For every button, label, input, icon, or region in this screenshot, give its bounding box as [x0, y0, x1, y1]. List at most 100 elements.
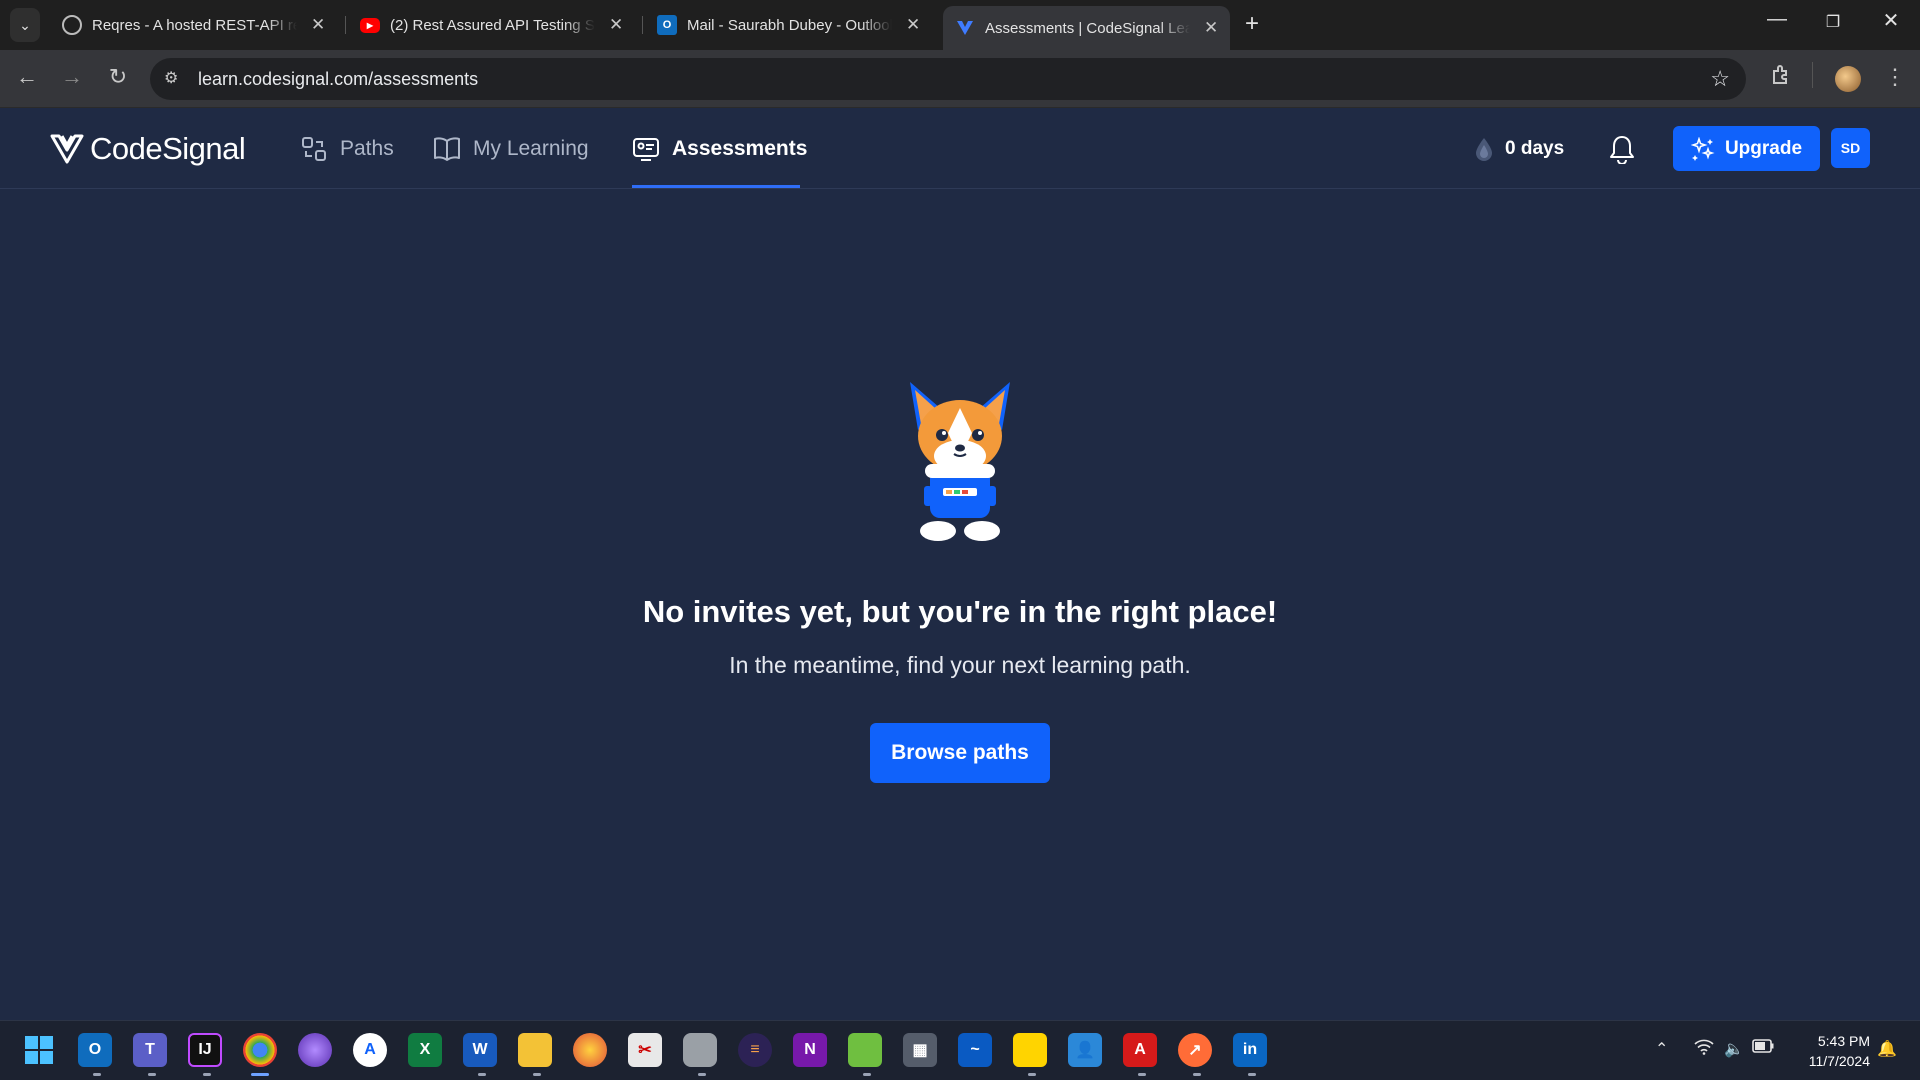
browser-toolbar: ← → ↻ ⚙ learn.codesignal.com/assessments… [0, 50, 1920, 108]
restore-icon[interactable]: ❐ [1813, 12, 1853, 32]
active-app-indicator [251, 1073, 269, 1076]
close-tab-icon[interactable]: ✕ [1204, 18, 1218, 38]
tab-title: Mail - Saurabh Dubey - Outlook [687, 16, 892, 34]
browser-tab-youtube[interactable]: ▶ (2) Rest Assured API Testing Ses ✕ [348, 6, 635, 44]
tab-title: Assessments | CodeSignal Learn [985, 19, 1190, 37]
nav-assessments[interactable]: Assessments [632, 109, 807, 189]
clock-time: 5:43 PM [1817, 1033, 1870, 1049]
streak-drop-icon [1476, 138, 1492, 161]
database-app-icon[interactable] [683, 1033, 717, 1067]
intellij-app-icon[interactable]: IJ [188, 1033, 222, 1067]
wifi-icon[interactable] [1694, 1039, 1714, 1060]
chrome-app-icon[interactable] [243, 1033, 277, 1067]
browser-tab-codesignal[interactable]: Assessments | CodeSignal Learn ✕ [943, 6, 1231, 50]
codesignal-icon [955, 18, 975, 38]
tab-title: Reqres - A hosted REST-API rea [92, 16, 297, 34]
toolbar-divider [1812, 62, 1813, 88]
running-indicator [1193, 1073, 1201, 1076]
reload-icon[interactable]: ↻ [103, 64, 133, 90]
snipping-tool-icon[interactable]: ✂ [628, 1033, 662, 1067]
running-indicator [533, 1073, 541, 1076]
corgi-mascot-illustration [900, 378, 1020, 543]
close-tab-icon[interactable]: ✕ [311, 15, 325, 35]
user-avatar[interactable]: SD [1831, 128, 1870, 168]
streak-counter[interactable]: 0 days [1475, 137, 1564, 161]
linkedin-app-icon[interactable]: in [1233, 1033, 1267, 1067]
windows-start-icon[interactable] [22, 1033, 56, 1067]
file-explorer-icon[interactable] [518, 1033, 552, 1067]
system-clock[interactable]: 5:43 PM 11/7/2024 [1790, 1031, 1870, 1071]
upgrade-label: Upgrade [1724, 137, 1803, 159]
extensions-icon[interactable] [1770, 64, 1792, 92]
running-indicator [1138, 1073, 1146, 1076]
onenote-app-icon[interactable]: N [793, 1033, 827, 1067]
tray-overflow-chevron-icon[interactable]: ⌃ [1655, 1039, 1668, 1059]
browser-profile-avatar[interactable] [1835, 66, 1861, 92]
codesignal-logo[interactable]: CodeSignal [50, 131, 246, 167]
close-tab-icon[interactable]: ✕ [906, 15, 920, 35]
nav-label: My Learning [473, 137, 589, 160]
running-indicator [1248, 1073, 1256, 1076]
youtube-icon: ▶ [360, 17, 380, 33]
tab-title: (2) Rest Assured API Testing Ses [390, 16, 595, 34]
calculator-app-icon[interactable]: ▦ [903, 1033, 937, 1067]
paint-app-icon[interactable] [573, 1033, 607, 1067]
back-icon[interactable]: ← [12, 64, 42, 90]
tab-divider [642, 16, 643, 34]
browser-tab-strip: ⌄ Reqres - A hosted REST-API rea ✕ ▶ (2)… [0, 0, 1920, 50]
upgrade-button[interactable]: Upgrade [1673, 126, 1820, 171]
empty-state-subtitle: In the meantime, find your next learning… [729, 652, 1191, 678]
postman-app-icon[interactable]: ↗ [1178, 1033, 1212, 1067]
close-tab-icon[interactable]: ✕ [609, 15, 623, 35]
sticky-notes-icon[interactable] [1013, 1033, 1047, 1067]
minimize-icon[interactable]: — [1757, 8, 1797, 31]
notepad-plus-icon[interactable] [848, 1033, 882, 1067]
tab-search-button[interactable]: ⌄ [10, 8, 40, 42]
browser-tab-outlook[interactable]: O Mail - Saurabh Dubey - Outlook ✕ [645, 6, 932, 44]
more-menu-icon[interactable]: ⋮ [1884, 64, 1906, 90]
assessments-icon [633, 138, 659, 161]
sparkle-icon [1690, 136, 1715, 161]
whiteboard-app-icon[interactable]: ~ [958, 1033, 992, 1067]
notifications-bell-icon[interactable] [1608, 134, 1636, 169]
globe-icon [62, 15, 82, 35]
codesignal-logo-icon [50, 134, 84, 164]
notification-center-icon[interactable]: 🔔 [1877, 1039, 1897, 1059]
window-close-icon[interactable]: ✕ [1871, 8, 1911, 33]
app-store-icon[interactable]: A [353, 1033, 387, 1067]
book-icon [434, 137, 460, 161]
outlook-icon: O [657, 15, 677, 35]
running-indicator [93, 1073, 101, 1076]
browse-paths-button[interactable]: Browse paths [870, 723, 1050, 783]
chevron-down-icon: ⌄ [19, 16, 31, 33]
forward-icon[interactable]: → [57, 64, 87, 90]
tab-divider [345, 16, 346, 34]
running-indicator [203, 1073, 211, 1076]
excel-app-icon[interactable]: X [408, 1033, 442, 1067]
active-nav-indicator [632, 185, 800, 188]
battery-icon[interactable] [1752, 1039, 1774, 1058]
eclipse-app-icon[interactable] [298, 1033, 332, 1067]
acrobat-app-icon[interactable]: A [1123, 1033, 1157, 1067]
teams-app-icon[interactable]: T [133, 1033, 167, 1067]
address-bar[interactable]: ⚙ learn.codesignal.com/assessments ☆ [150, 58, 1746, 100]
nav-label: Assessments [672, 137, 808, 160]
running-indicator [478, 1073, 486, 1076]
eclipse-ide-icon[interactable]: ≡ [738, 1033, 772, 1067]
running-indicator [863, 1073, 871, 1076]
empty-state-title: No invites yet, but you're in the right … [642, 594, 1278, 629]
outlook-app-icon[interactable]: O [78, 1033, 112, 1067]
browser-tab-reqres[interactable]: Reqres - A hosted REST-API rea ✕ [50, 6, 337, 44]
people-app-icon[interactable]: 👤 [1068, 1033, 1102, 1067]
paths-icon [302, 137, 326, 161]
url-text: learn.codesignal.com/assessments [198, 68, 479, 89]
streak-text: 0 days [1505, 138, 1565, 159]
bookmark-star-icon[interactable]: ☆ [1710, 66, 1730, 92]
nav-my-learning[interactable]: My Learning [433, 109, 589, 189]
volume-icon[interactable]: 🔈 [1724, 1039, 1744, 1059]
nav-paths[interactable]: Paths [300, 109, 394, 189]
new-tab-button[interactable]: + [1245, 10, 1259, 38]
word-app-icon[interactable]: W [463, 1033, 497, 1067]
site-header: CodeSignal Paths My Learning Assessments… [0, 109, 1920, 189]
site-info-icon[interactable]: ⚙ [164, 68, 178, 88]
